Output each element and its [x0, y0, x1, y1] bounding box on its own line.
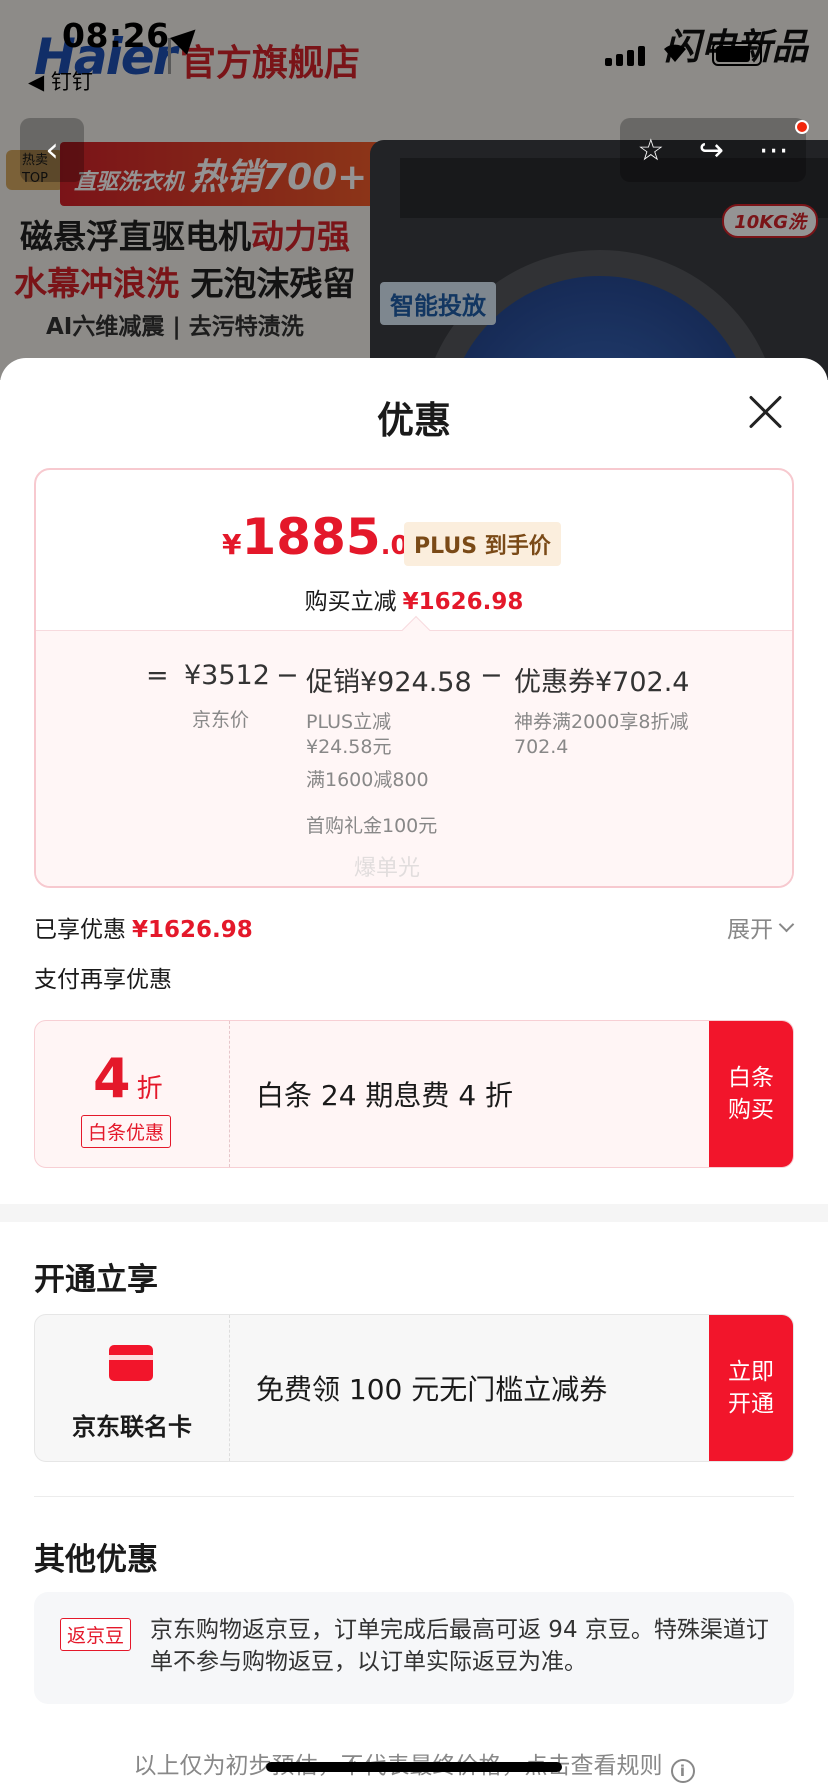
- promo-item: 满1600减800: [306, 769, 429, 791]
- watermark: 爆单光: [354, 856, 421, 881]
- baitiao-discount-block: 4折 白条优惠: [35, 1021, 230, 1167]
- discount-sheet: 优惠 ¥1885.02 PLUS 到手价 购买立减¥1626.98 = ¥351…: [0, 358, 828, 1792]
- chevron-down-icon: [778, 916, 795, 932]
- expand-button[interactable]: 展开: [727, 910, 795, 944]
- jd-price: ¥3512: [184, 660, 270, 691]
- coupon-amount: 优惠券¥702.4: [514, 667, 690, 698]
- baitiao-discount: 4折: [93, 1047, 163, 1110]
- notification-dot: [795, 120, 809, 134]
- credit-card-icon: [109, 1345, 153, 1381]
- pay-more-label: 支付再享优惠: [34, 967, 172, 993]
- jd-bean-tag: 返京豆: [60, 1618, 132, 1651]
- open-section-title: 开通立享: [34, 1262, 158, 1298]
- home-indicator: [266, 1762, 562, 1772]
- sheet-title: 优惠: [377, 399, 451, 442]
- promotion-amount: 促销¥924.58: [306, 667, 472, 698]
- modal-overlay[interactable]: [0, 0, 828, 380]
- final-price: ¥1885.02: [222, 508, 427, 566]
- jd-bean-text: 京东购物返京豆，订单完成后最高可返 94 京豆。特殊渠道订单不参与购物返豆，以订…: [150, 1617, 769, 1675]
- jd-price-label: 京东价: [192, 709, 250, 731]
- section-gap: [0, 1204, 828, 1222]
- top-action-group: ☆ ↪ ⋯: [620, 118, 806, 182]
- cellular-signal-icon: [605, 46, 645, 66]
- open-now-button[interactable]: 立即开通: [709, 1315, 793, 1461]
- price-card: ¥1885.02 PLUS 到手价 购买立减¥1626.98 = ¥3512 −…: [34, 468, 794, 888]
- baitiao-desc: 白条 24 期息费 4 折: [256, 1079, 514, 1112]
- enjoyed-discount: 已享优惠 ¥1626.98: [34, 917, 253, 943]
- jd-card-offer[interactable]: 京东联名卡 免费领 100 元无门槛立减券 立即开通: [34, 1314, 794, 1462]
- promo-item: 首购礼金100元: [306, 815, 438, 837]
- promo-item: PLUS立减¥24.58元: [306, 711, 392, 758]
- status-time: 08:26: [62, 16, 170, 55]
- jd-card-name: 京东联名卡: [72, 1413, 192, 1441]
- coupon-item: 神券满2000享8折减702.4: [514, 711, 689, 758]
- share-icon[interactable]: ↪: [699, 133, 724, 168]
- baitiao-offer[interactable]: 4折 白条优惠 白条 24 期息费 4 折 白条购买: [34, 1020, 794, 1168]
- star-icon[interactable]: ☆: [637, 133, 664, 168]
- baitiao-buy-button[interactable]: 白条购买: [709, 1021, 793, 1167]
- close-icon[interactable]: [748, 394, 784, 430]
- baitiao-tag: 白条优惠: [81, 1115, 172, 1148]
- jd-card-desc: 免费领 100 元无门槛立减券: [256, 1373, 608, 1406]
- other-section-title: 其他优惠: [34, 1542, 158, 1578]
- jd-bean-offer: 返京豆 京东购物返京豆，订单完成后最高可返 94 京豆。特殊渠道订单不参与购物返…: [34, 1592, 794, 1704]
- wifi-icon: [664, 44, 686, 62]
- jd-card-block: 京东联名卡: [35, 1315, 230, 1461]
- plus-price-badge: PLUS 到手价: [404, 522, 561, 566]
- equals-sign: =: [146, 660, 169, 691]
- back-button[interactable]: ‹: [20, 118, 84, 182]
- purchase-reduction: 购买立减 ¥1626.98: [304, 589, 524, 615]
- back-to-app-link[interactable]: ◀ 钉钉: [28, 66, 93, 96]
- divider: [34, 1496, 794, 1497]
- battery-icon: [712, 42, 762, 66]
- chevron-left-icon: ‹: [45, 130, 59, 170]
- minus-sign: −: [276, 660, 299, 691]
- more-icon[interactable]: ⋯: [759, 133, 789, 168]
- minus-sign: −: [480, 660, 503, 691]
- info-icon[interactable]: i: [670, 1759, 695, 1783]
